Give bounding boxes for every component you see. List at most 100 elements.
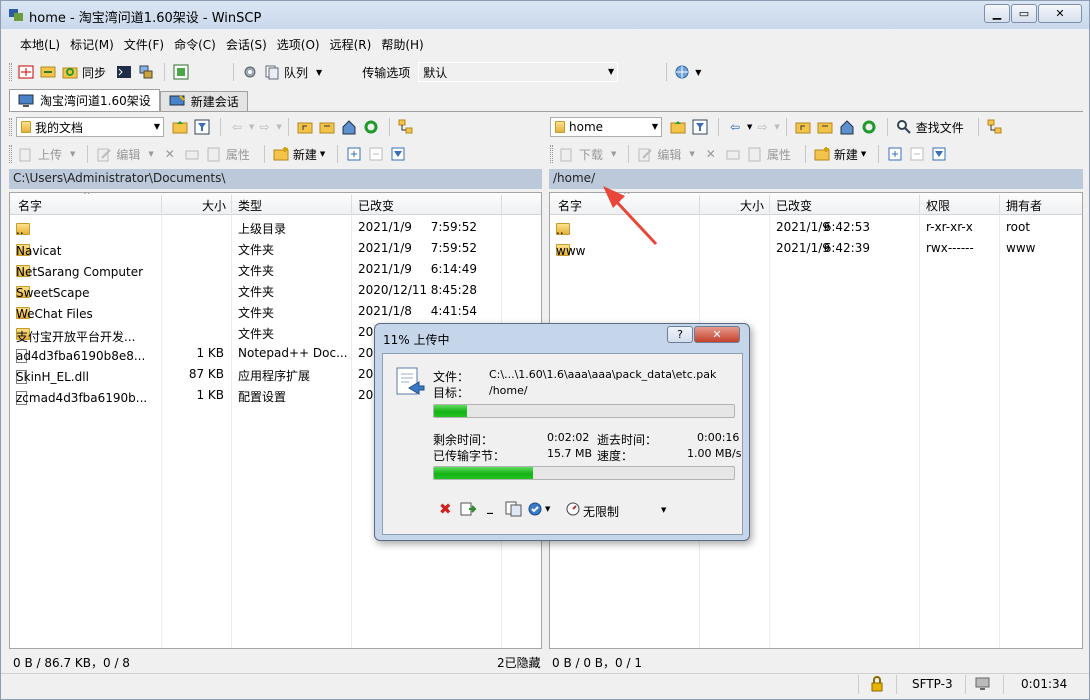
upload-dropdown-icon[interactable]: ▼ — [70, 150, 75, 158]
remote-location-select[interactable]: home ▼ — [550, 117, 662, 137]
select-filter-icon[interactable] — [388, 144, 408, 164]
upload-icon[interactable] — [16, 144, 36, 164]
console-icon[interactable] — [114, 62, 134, 82]
column-size[interactable]: 大小 — [202, 197, 226, 214]
tab-session[interactable]: 淘宝湾问道1.60架设 — [9, 89, 160, 111]
transfer-settings-select[interactable]: 默认 ▼ — [418, 62, 619, 82]
find-files-icon[interactable] — [894, 117, 914, 137]
menu-help[interactable]: 帮助(H) — [376, 34, 428, 54]
upload-label[interactable]: 上传 — [38, 146, 62, 163]
column-divider[interactable] — [231, 195, 232, 213]
open-directory-icon[interactable] — [170, 117, 190, 137]
sync-icon[interactable] — [60, 62, 80, 82]
select-plus-icon[interactable] — [885, 144, 905, 164]
rename-icon[interactable] — [182, 144, 202, 164]
column-divider[interactable] — [699, 195, 700, 213]
move-to-background-icon[interactable] — [460, 501, 478, 517]
column-type[interactable]: 类型 — [238, 197, 262, 214]
parent-directory-icon[interactable] — [295, 117, 315, 137]
edit-icon[interactable] — [635, 144, 655, 164]
home-icon[interactable] — [339, 117, 359, 137]
column-divider[interactable] — [919, 195, 920, 213]
column-name[interactable]: 名字 — [18, 197, 42, 214]
parent-directory-icon[interactable] — [793, 117, 813, 137]
delete-icon[interactable]: ✕ — [160, 144, 180, 164]
compare-directories-icon[interactable] — [16, 62, 36, 82]
filter-icon[interactable] — [192, 117, 212, 137]
speed-limit-dropdown-icon[interactable]: ▼ — [661, 506, 666, 514]
putty-icon[interactable] — [136, 62, 156, 82]
dialog-help-button[interactable]: ? — [667, 326, 693, 343]
column-owner[interactable]: 拥有者 — [1006, 197, 1042, 214]
properties-label[interactable]: 属性 — [767, 146, 791, 163]
properties-icon[interactable] — [745, 144, 765, 164]
new-folder-icon[interactable] — [812, 144, 832, 164]
menu-local[interactable]: 本地(L) — [15, 34, 65, 54]
synchronize-browsing-icon[interactable] — [38, 62, 58, 82]
table-row[interactable]: .. 上级目录 2021/1/9 7:59:52 — [10, 217, 541, 238]
menu-options[interactable]: 选项(O) — [272, 34, 325, 54]
edit-label[interactable]: 编辑 — [657, 146, 681, 163]
new-label[interactable]: 新建 — [834, 146, 858, 163]
column-divider[interactable] — [351, 195, 352, 213]
table-row[interactable]: SweetScape 文件夹 2020/12/11 8:45:28 — [10, 280, 541, 301]
refresh-icon[interactable] — [361, 117, 381, 137]
edit-label[interactable]: 编辑 — [116, 146, 140, 163]
forward-dropdown-icon[interactable]: ▼ — [774, 123, 779, 131]
select-filter-icon[interactable] — [929, 144, 949, 164]
column-divider[interactable] — [999, 195, 1000, 213]
cancel-x-icon[interactable]: ✖ — [439, 500, 452, 518]
minimize-button[interactable]: ▁ — [984, 4, 1010, 23]
menu-command[interactable]: 命令(C) — [169, 34, 221, 54]
menu-session[interactable]: 会话(S) — [221, 34, 272, 54]
forward-arrow-icon[interactable]: ⇨ — [752, 117, 772, 137]
root-directory-icon[interactable] — [815, 117, 835, 137]
properties-icon[interactable] — [204, 144, 224, 164]
speed-limit-value[interactable]: 无限制 — [583, 503, 619, 520]
download-label[interactable]: 下载 — [579, 146, 603, 163]
sync-label[interactable]: 同步 — [82, 64, 106, 81]
column-rights[interactable]: 权限 — [926, 197, 950, 214]
queue-dropdown-icon[interactable]: ▼ — [316, 68, 322, 77]
local-location-select[interactable]: 我的文档 ▼ — [16, 117, 164, 137]
new-dropdown-icon[interactable]: ▼ — [320, 150, 325, 158]
unselect-minus-icon[interactable] — [366, 144, 386, 164]
table-row[interactable]: Navicat 文件夹 2021/1/9 7:59:52 — [10, 238, 541, 259]
select-plus-icon[interactable] — [344, 144, 364, 164]
edit-dropdown-icon[interactable]: ▼ — [689, 150, 694, 158]
network-globe-icon[interactable] — [673, 62, 693, 82]
table-row[interactable]: NetSarang Computer 文件夹 2021/1/9 6:14:49 — [10, 259, 541, 280]
queue-label[interactable]: 队列 — [284, 64, 308, 81]
download-icon[interactable] — [557, 144, 577, 164]
dialog-close-button[interactable]: ✕ — [694, 326, 740, 343]
filter-icon[interactable] — [690, 117, 710, 137]
home-icon[interactable] — [837, 117, 857, 137]
open-in-putty-icon[interactable] — [171, 62, 191, 82]
new-folder-icon[interactable] — [271, 144, 291, 164]
column-changed[interactable]: 已改变 — [358, 197, 394, 214]
edit-dropdown-icon[interactable]: ▼ — [148, 150, 153, 158]
back-arrow-icon[interactable]: ⇦ — [227, 117, 247, 137]
column-name[interactable]: 名字 — [558, 197, 582, 214]
once-done-icon[interactable] — [527, 501, 543, 517]
menu-remote[interactable]: 远程(R) — [325, 34, 377, 54]
unselect-minus-icon[interactable] — [907, 144, 927, 164]
column-divider[interactable] — [161, 195, 162, 213]
table-row[interactable]: WeChat Files 文件夹 2021/1/8 4:41:54 — [10, 301, 541, 322]
maximize-button[interactable]: ▭ — [1011, 4, 1037, 23]
column-size[interactable]: 大小 — [740, 197, 764, 214]
new-label[interactable]: 新建 — [293, 146, 317, 163]
local-path-bar[interactable]: C:\Users\Administrator\Documents\ — [9, 169, 542, 189]
preferences-gear-icon[interactable] — [240, 62, 260, 82]
minimize-icon[interactable]: _ — [487, 500, 493, 514]
column-divider[interactable] — [769, 195, 770, 213]
root-directory-icon[interactable] — [317, 117, 337, 137]
once-done-dropdown-icon[interactable]: ▼ — [545, 505, 550, 513]
queue-icon[interactable] — [262, 62, 282, 82]
close-button[interactable]: ✕ — [1038, 4, 1082, 23]
refresh-icon[interactable] — [859, 117, 879, 137]
download-dropdown-icon[interactable]: ▼ — [611, 150, 616, 158]
column-changed[interactable]: 已改变 — [776, 197, 812, 214]
rename-icon[interactable] — [723, 144, 743, 164]
tree-icon[interactable] — [396, 117, 416, 137]
